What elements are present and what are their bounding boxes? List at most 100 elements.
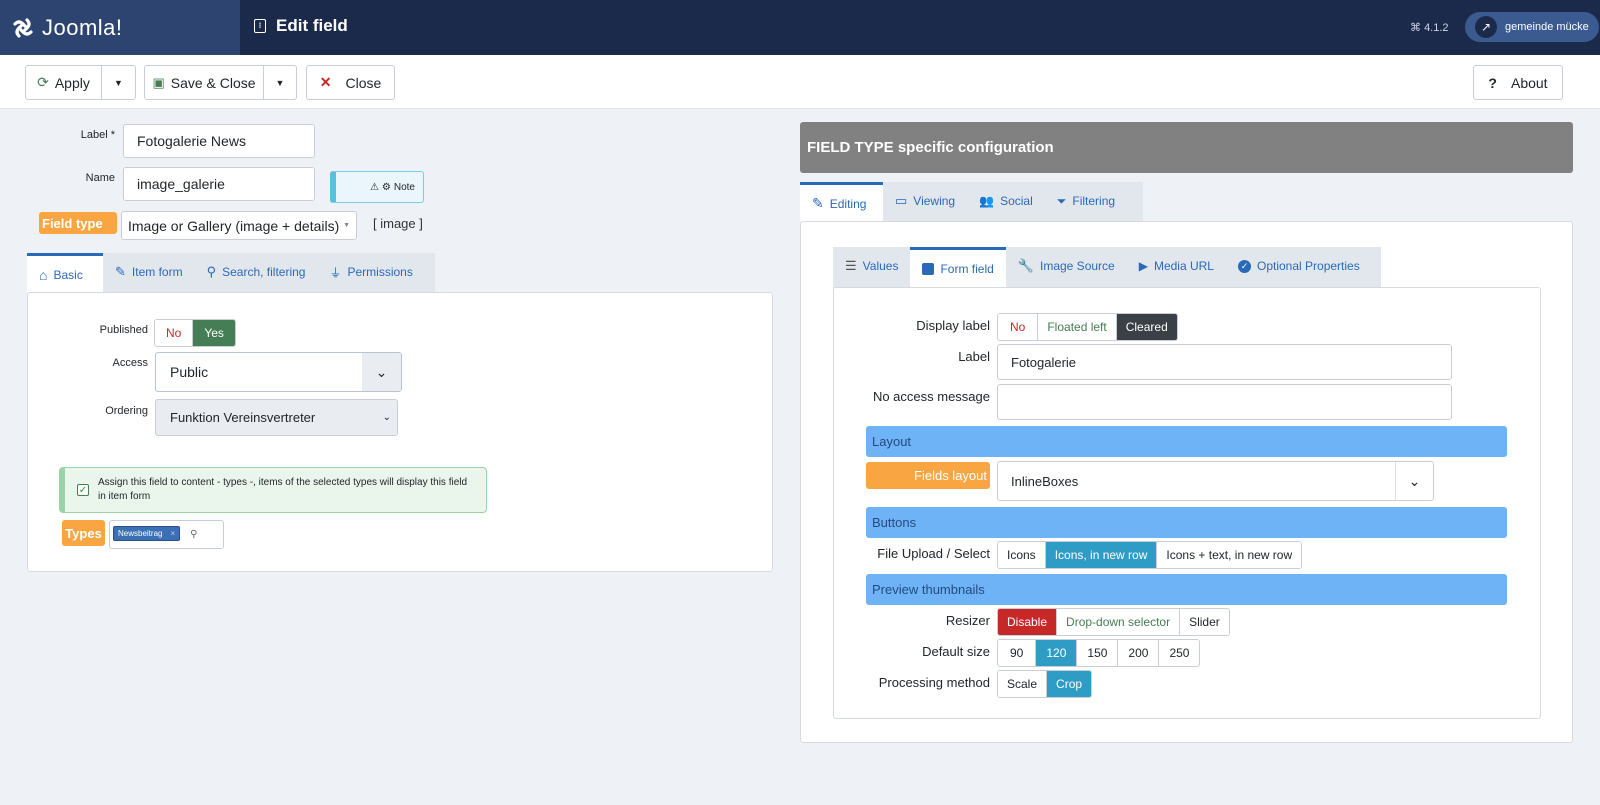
processing-crop[interactable]: Crop	[1047, 671, 1092, 697]
tab-values[interactable]: ☰ Values	[833, 247, 910, 285]
size-150[interactable]: 150	[1077, 640, 1119, 666]
name-field-label: Name	[85, 172, 115, 184]
file-upload-icons[interactable]: Icons	[998, 542, 1046, 568]
tab-form-field[interactable]: Form field	[910, 247, 1006, 288]
fields-layout-badge: Fields layout	[866, 462, 990, 489]
name-input[interactable]: image_galerie	[123, 167, 315, 201]
no-access-input[interactable]	[997, 384, 1452, 420]
ordering-label: Ordering	[105, 405, 148, 417]
processing-scale[interactable]: Scale	[998, 671, 1048, 697]
config-title: FIELD TYPE specific configuration	[807, 139, 1054, 156]
resizer-slider[interactable]: Slider	[1180, 609, 1229, 635]
top-header	[0, 0, 1600, 55]
resizer-disable[interactable]: Disable	[998, 609, 1058, 635]
tab-viewing-label: Viewing	[913, 194, 956, 208]
save-dropdown-button[interactable]: ▼	[263, 65, 297, 100]
close-icon: ✕	[319, 74, 332, 90]
right-label-input[interactable]: Fotogalerie	[997, 344, 1452, 380]
file-upload-toggle: Icons Icons, in new row Icons + text, in…	[997, 541, 1303, 569]
types-input[interactable]: Newsbeitrag × ⚲	[109, 520, 224, 549]
tab-viewing[interactable]: ▭ Viewing	[883, 182, 967, 220]
left-tab-bar: ⌂ Basic ✎ Item form ⚲ Search, filtering …	[27, 253, 435, 293]
field-type-badge: Field type	[39, 212, 117, 234]
remove-tag-button[interactable]: ×	[170, 529, 175, 538]
apply-button[interactable]: ⟳ Apply	[25, 65, 102, 100]
assign-checkbox[interactable]: ✓	[77, 484, 89, 496]
apply-dropdown-button[interactable]: ▼	[101, 65, 136, 100]
display-label-floated-left[interactable]: Floated left	[1038, 314, 1117, 340]
filter-icon: ⏷	[1056, 193, 1067, 208]
apply-label: Apply	[54, 74, 90, 91]
tab-item-form[interactable]: ✎ Item form	[103, 253, 195, 291]
caret-down-icon: ▼	[114, 77, 123, 88]
size-120[interactable]: 120	[1036, 640, 1078, 666]
about-button[interactable]: ? About	[1473, 65, 1563, 100]
display-label-cleared[interactable]: Cleared	[1116, 314, 1177, 340]
fields-layout-select[interactable]: InlineBoxes ⌄	[997, 461, 1434, 501]
field-type-select[interactable]: Image or Gallery (image + details) ▼	[121, 211, 357, 240]
published-no-button[interactable]: No	[155, 320, 194, 346]
edit-icon: ✎	[812, 195, 824, 211]
no-access-label: No access message	[872, 389, 990, 404]
tab-search-filtering-label: Search, filtering	[222, 265, 306, 279]
ordering-value: Funktion Vereinsvertreter	[170, 410, 316, 425]
database-icon: ☰	[845, 258, 857, 273]
tab-social[interactable]: 👥 Social	[967, 182, 1045, 220]
field-type-code: [ image ]	[373, 216, 423, 231]
tab-media-url[interactable]: ▶ Media URL	[1127, 247, 1226, 285]
save-icon: ▣	[152, 74, 165, 90]
users-icon: 👥	[979, 194, 995, 208]
fields-layout-value: InlineBoxes	[1011, 473, 1079, 489]
monitor-icon: ▭	[895, 193, 908, 208]
tab-social-label: Social	[1000, 194, 1033, 208]
tab-form-field-label: Form field	[940, 262, 994, 276]
video-icon: ▶	[1138, 259, 1148, 273]
tab-filtering[interactable]: ⏷ Filtering	[1045, 182, 1127, 220]
size-90[interactable]: 90	[998, 640, 1037, 666]
tab-search-filtering[interactable]: ⚲ Search, filtering	[195, 253, 318, 291]
assign-text: Assign this field to content - types -, …	[98, 477, 468, 502]
logo-text: Joomla!	[42, 14, 123, 40]
right-label-label: Label	[958, 349, 990, 364]
tab-item-form-label: Item form	[131, 265, 183, 279]
save-close-label: Save & Close	[170, 74, 256, 91]
gear-icon: ⚙	[381, 181, 391, 193]
published-yes-button[interactable]: Yes	[193, 320, 235, 346]
display-label-label: Display label	[916, 318, 990, 333]
tab-media-url-label: Media URL	[1153, 259, 1214, 273]
user-menu-button[interactable]: ↗ gemeinde mücke	[1465, 12, 1599, 42]
field-type-config-header: FIELD TYPE specific configuration	[800, 122, 1573, 173]
display-label-toggle: No Floated left Cleared	[997, 313, 1178, 341]
note-button[interactable]: ⚠ ⚙ Note	[330, 171, 424, 203]
file-upload-icons-new-row[interactable]: Icons, in new row	[1045, 542, 1158, 568]
published-label: Published	[99, 324, 148, 336]
tab-filtering-label: Filtering	[1072, 194, 1116, 208]
access-select[interactable]: Public ⌄	[155, 352, 402, 392]
tab-basic[interactable]: ⌂ Basic	[27, 253, 103, 293]
size-250[interactable]: 250	[1159, 640, 1200, 666]
access-label: Access	[112, 357, 148, 369]
tab-editing[interactable]: ✎ Editing	[800, 182, 883, 222]
tab-permissions-label: Permissions	[347, 265, 413, 279]
ordering-select[interactable]: Funktion Vereinsvertreter ⌄	[155, 399, 398, 436]
search-icon: ⚲	[190, 529, 198, 540]
search-icon: ⚲	[206, 264, 217, 279]
tab-image-source[interactable]: 🔧 Image Source	[1006, 247, 1127, 285]
label-input[interactable]: Fotogalerie News	[123, 124, 315, 158]
joomla-logo[interactable]: Joomla!	[0, 0, 240, 55]
page-title: ⁝ Edit field	[254, 16, 348, 36]
display-label-no[interactable]: No	[998, 314, 1039, 340]
tab-permissions[interactable]: ⏚ Permissions	[317, 253, 424, 291]
edit-icon: ✎	[115, 264, 126, 279]
buttons-section: Buttons	[866, 507, 1507, 538]
size-200[interactable]: 200	[1118, 640, 1160, 666]
file-upload-icons-text-new-row[interactable]: Icons + text, in new row	[1157, 542, 1302, 568]
resizer-toggle: Disable Drop-down selector Slider	[997, 608, 1230, 636]
close-button[interactable]: ✕ Close	[306, 65, 395, 100]
resizer-dropdown-selector[interactable]: Drop-down selector	[1057, 609, 1181, 635]
tab-optional-properties[interactable]: ✓ Optional Properties	[1226, 247, 1372, 285]
resizer-label: Resizer	[945, 613, 990, 628]
save-close-button[interactable]: ▣ Save & Close	[144, 65, 264, 100]
joomla-icon	[13, 17, 33, 38]
wrench-icon: 🔧	[1017, 258, 1034, 273]
